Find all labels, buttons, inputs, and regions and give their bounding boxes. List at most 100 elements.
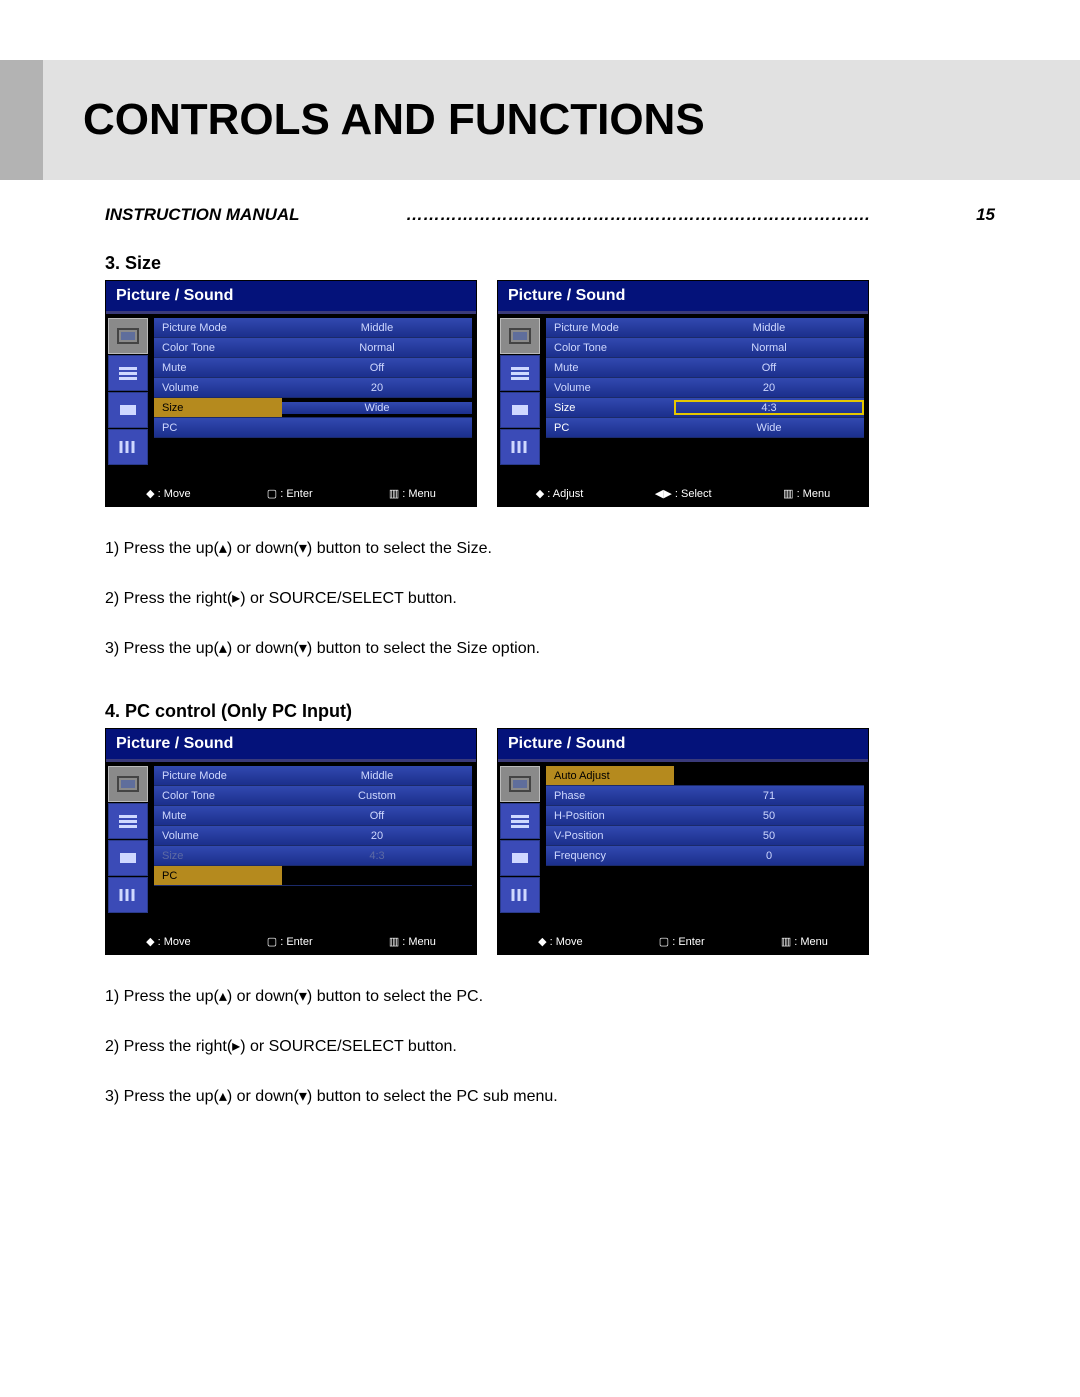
osd-row-value: Off — [674, 362, 864, 374]
list-icon — [500, 355, 540, 391]
osd-pc-left: Picture / Sound Picture ModeMiddleColor … — [105, 728, 477, 955]
osd-row: Size4:3 — [154, 846, 472, 866]
osd-row-label: Mute — [546, 362, 674, 374]
osd-title: Picture / Sound — [106, 281, 476, 314]
osd-row: Volume20 — [546, 378, 864, 398]
header-line: INSTRUCTION MANUAL ………………………………………………………… — [105, 205, 995, 225]
osd-row-label: Size — [546, 402, 674, 414]
screen-icon — [500, 840, 540, 876]
osd-row-label: V-Position — [546, 830, 674, 842]
osd-row: Color ToneNormal — [546, 338, 864, 358]
osd-row-label: Volume — [154, 382, 282, 394]
osd-row-label: Color Tone — [546, 342, 674, 354]
instr-line: 1) Press the up(▴) or down(▾) button to … — [105, 985, 995, 1009]
osd-list: Picture ModeMiddleColor ToneCustomMuteOf… — [150, 762, 476, 929]
picture-icon — [500, 766, 540, 802]
osd-row-label: Picture Mode — [546, 322, 674, 334]
foot-adjust: ◆ : Adjust — [536, 487, 584, 500]
osd-row-value: Custom — [282, 790, 472, 802]
osd-row-label: Picture Mode — [154, 770, 282, 782]
osd-row-value: 20 — [674, 382, 864, 394]
foot-menu: ▥ : Menu — [783, 487, 830, 500]
osd-row: PC — [154, 866, 472, 886]
osd-row: Volume20 — [154, 378, 472, 398]
instr-line: 2) Press the right(▸) or SOURCE/SELECT b… — [105, 1035, 995, 1059]
osd-row-label: Size — [154, 850, 282, 862]
osd-row-value: Normal — [282, 342, 472, 354]
osd-row-label: Mute — [154, 362, 282, 374]
foot-enter: ▢ : Enter — [267, 487, 313, 500]
osd-row: SizeWide — [154, 398, 472, 418]
osd-row-label: Frequency — [546, 850, 674, 862]
manual-page: CONTROLS AND FUNCTIONS INSTRUCTION MANUA… — [0, 0, 1080, 1189]
osd-row-label: Auto Adjust — [546, 766, 674, 785]
osd-row-value: 50 — [674, 830, 864, 842]
osd-row: Frequency0 — [546, 846, 864, 866]
osd-row-value: Normal — [674, 342, 864, 354]
osd-row-label: Size — [154, 398, 282, 417]
foot-move: ◆ : Move — [538, 935, 583, 948]
osd-side-icons — [498, 762, 542, 929]
tools-icon — [108, 877, 148, 913]
osd-row-value: 4:3 — [282, 850, 472, 862]
osd-row-value: 20 — [282, 382, 472, 394]
osd-row: Color ToneCustom — [154, 786, 472, 806]
osd-row-value: 4:3 — [674, 400, 864, 415]
screen-icon — [500, 392, 540, 428]
instr-line: 3) Press the up(▴) or down(▾) button to … — [105, 1085, 995, 1109]
osd-row: V-Position50 — [546, 826, 864, 846]
instr-line: 1) Press the up(▴) or down(▾) button to … — [105, 537, 995, 561]
list-icon — [108, 803, 148, 839]
osd-row-label: Color Tone — [154, 790, 282, 802]
osd-row-value: 20 — [282, 830, 472, 842]
osd-row: Phase71 — [546, 786, 864, 806]
osd-row-label: Phase — [546, 790, 674, 802]
osd-row: H-Position50 — [546, 806, 864, 826]
foot-menu: ▥ : Menu — [389, 935, 436, 948]
osd-row-label: Picture Mode — [154, 322, 282, 334]
size-instructions: 1) Press the up(▴) or down(▾) button to … — [105, 537, 995, 661]
osd-footer: ◆ : Adjust ◀▶ : Select ▥ : Menu — [498, 481, 868, 506]
osd-row-label: PC — [546, 422, 674, 434]
osd-row-label: Volume — [546, 382, 674, 394]
instr-line: 3) Press the up(▴) or down(▾) button to … — [105, 637, 995, 661]
osd-size-left: Picture / Sound Picture ModeMiddleColor … — [105, 280, 477, 507]
picture-icon — [500, 318, 540, 354]
osd-row-value: 0 — [674, 850, 864, 862]
osd-row-label: Volume — [154, 830, 282, 842]
osd-list: Auto AdjustPhase71H-Position50V-Position… — [542, 762, 868, 929]
osd-row-value: Middle — [674, 322, 864, 334]
osd-footer: ◆ : Move ▢ : Enter ▥ : Menu — [106, 481, 476, 506]
osd-row-label: PC — [154, 866, 282, 885]
picture-icon — [108, 766, 148, 802]
osd-pc-right: Picture / Sound Auto AdjustPhase71H-Posi… — [497, 728, 869, 955]
osd-side-icons — [106, 762, 150, 929]
osd-row-value: Off — [282, 362, 472, 374]
osd-side-icons — [106, 314, 150, 481]
osd-row: PCWide — [546, 418, 864, 438]
list-icon — [500, 803, 540, 839]
pc-screenshots: Picture / Sound Picture ModeMiddleColor … — [105, 728, 995, 955]
screen-icon — [108, 840, 148, 876]
osd-row-label: Color Tone — [154, 342, 282, 354]
osd-footer: ◆ : Move ▢ : Enter ▥ : Menu — [498, 929, 868, 954]
banner-title: CONTROLS AND FUNCTIONS — [43, 60, 1080, 180]
foot-select: ◀▶ : Select — [655, 487, 712, 500]
osd-row-value: Wide — [282, 402, 472, 414]
osd-list: Picture ModeMiddleColor ToneNormalMuteOf… — [542, 314, 868, 481]
osd-row: Color ToneNormal — [154, 338, 472, 358]
list-icon — [108, 355, 148, 391]
osd-row-label: Mute — [154, 810, 282, 822]
page-number: 15 — [976, 205, 995, 225]
tools-icon — [500, 429, 540, 465]
picture-icon — [108, 318, 148, 354]
osd-size-right: Picture / Sound Picture ModeMiddleColor … — [497, 280, 869, 507]
foot-enter: ▢ : Enter — [659, 935, 705, 948]
foot-enter: ▢ : Enter — [267, 935, 313, 948]
osd-row-label: PC — [154, 422, 282, 434]
osd-row: MuteOff — [154, 806, 472, 826]
osd-side-icons — [498, 314, 542, 481]
page-content: INSTRUCTION MANUAL ………………………………………………………… — [0, 180, 1080, 1109]
tools-icon — [108, 429, 148, 465]
foot-move: ◆ : Move — [146, 487, 191, 500]
